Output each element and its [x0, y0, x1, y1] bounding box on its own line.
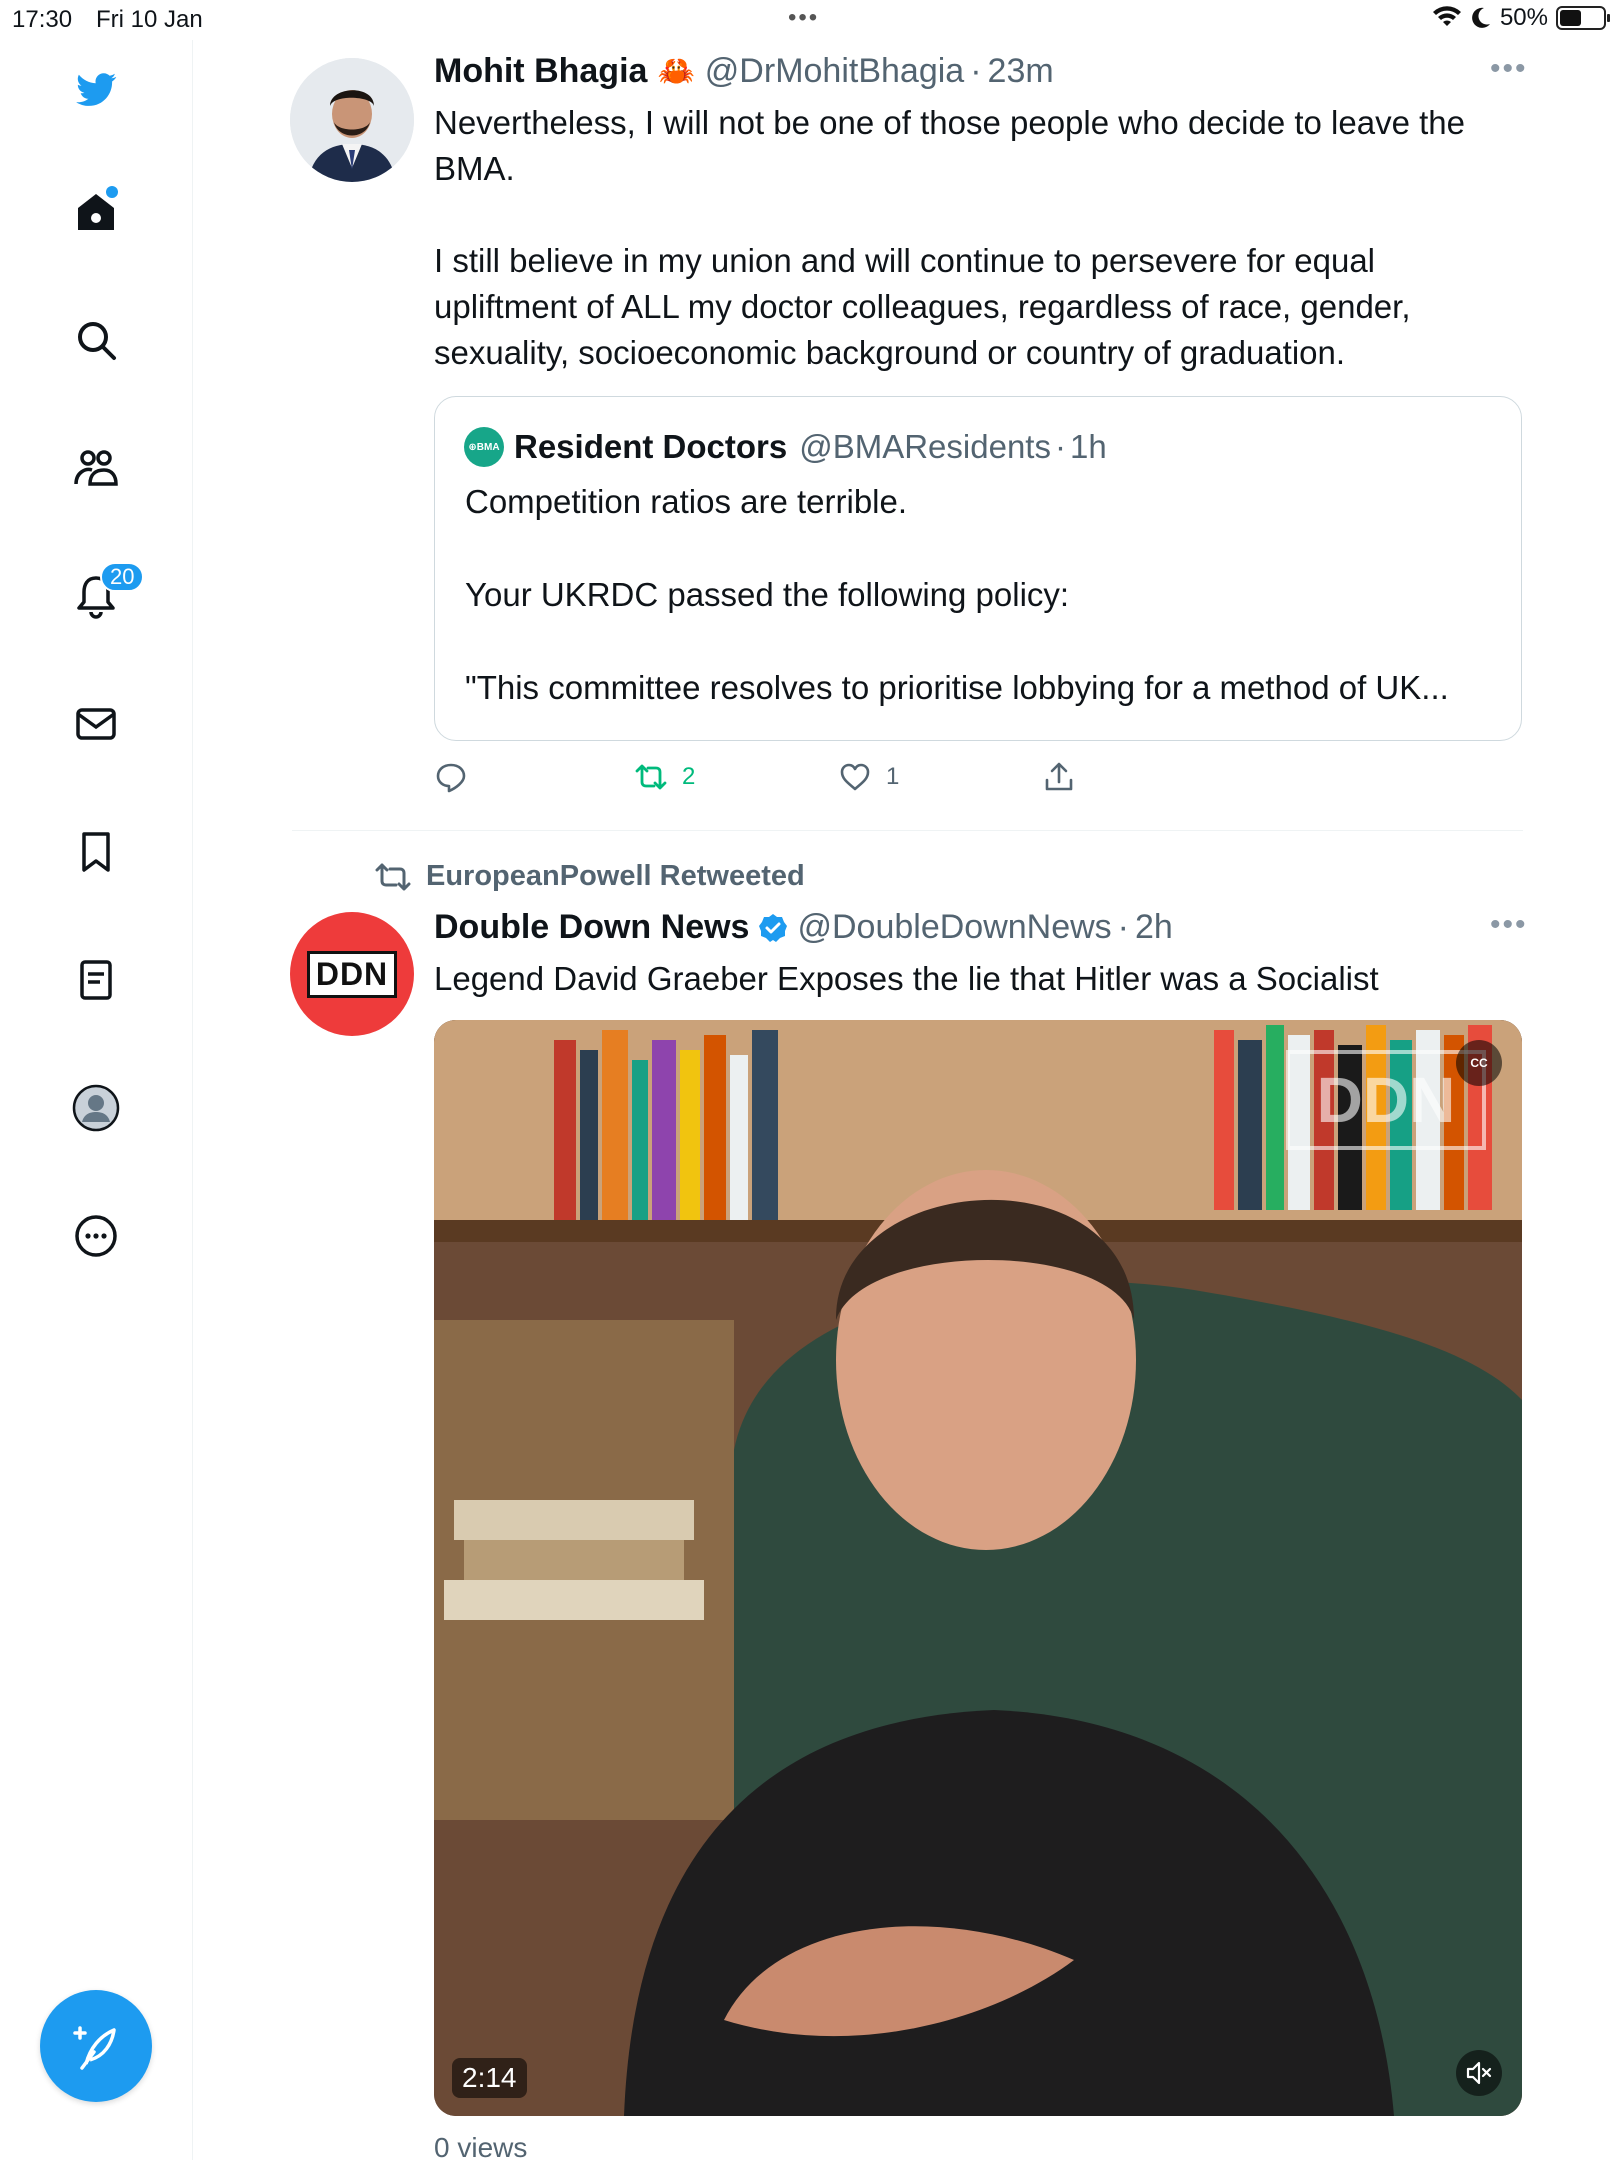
tweet-header: Mohit Bhagia 🦀 @DrMohitBhagia · 23m	[434, 52, 1054, 91]
battery-icon	[1556, 6, 1610, 30]
author-handle[interactable]: @DrMohitBhagia	[705, 52, 964, 91]
multitasking-dots-icon[interactable]: •••	[788, 4, 819, 32]
retweet-count: 2	[682, 763, 696, 790]
author-handle[interactable]: @DoubleDownNews	[797, 908, 1111, 947]
ddn-logo: DDN	[306, 950, 398, 998]
speaker-muted-icon	[1466, 2061, 1492, 2085]
reply-icon	[436, 763, 466, 793]
author-name[interactable]: Double Down News	[434, 908, 749, 947]
tweet-time[interactable]: 23m	[988, 52, 1054, 91]
nav-notifications[interactable]: 20	[66, 562, 145, 626]
tweet-more-icon[interactable]: •••	[1490, 908, 1528, 942]
video-frame	[434, 1020, 1522, 2116]
captions-button[interactable]: CC	[1456, 1040, 1502, 1086]
quote-tweet[interactable]: ⊕BMA Resident Doctors @BMAResidents · 1h…	[434, 396, 1522, 741]
status-bar: 17:30 Fri 10 Jan ••• 50%	[0, 0, 1620, 40]
compose-tweet-button[interactable]	[40, 1990, 152, 2102]
quote-author-handle: @BMAResidents	[799, 428, 1051, 465]
tweet-text: Nevertheless, I will not be one of those…	[434, 104, 1465, 371]
tweet-text: Legend David Graeber Exposes the lie tha…	[434, 960, 1379, 997]
verified-badge-icon	[759, 913, 788, 942]
retweet-context[interactable]: EuropeanPowell Retweeted	[374, 860, 805, 893]
nav-communities[interactable]	[66, 438, 126, 498]
separator-dot: ·	[1054, 428, 1066, 465]
mail-icon	[76, 708, 116, 740]
tweet-header: Double Down News @DoubleDownNews · 2h	[434, 908, 1173, 947]
like-button[interactable]: 1	[838, 760, 899, 794]
communities-icon	[74, 450, 118, 486]
nav-explore[interactable]	[66, 310, 126, 370]
avatar[interactable]	[290, 58, 414, 182]
reply-button[interactable]	[434, 760, 482, 794]
like-count: 1	[886, 763, 900, 790]
profile-avatar-icon	[72, 1084, 120, 1132]
battery-percent: 50%	[1499, 4, 1548, 31]
search-icon	[78, 322, 116, 360]
retweeted-by-label: EuropeanPowell Retweeted	[426, 860, 805, 892]
status-date: Fri 10 Jan	[96, 6, 203, 33]
status-right: 50%	[1432, 4, 1610, 32]
retweet-icon	[375, 863, 411, 890]
twitter-logo-icon[interactable]	[66, 60, 126, 120]
nav-lists[interactable]	[66, 950, 126, 1010]
quote-avatar: ⊕BMA	[464, 427, 504, 467]
more-circle-icon	[75, 1215, 117, 1257]
tweet-actions: 2 1	[434, 760, 1134, 802]
video-player[interactable]: DDN CC 2:14	[434, 1020, 1522, 2116]
share-button[interactable]	[1042, 760, 1076, 794]
quote-author-name: Resident Doctors	[514, 428, 788, 465]
view-count: 0 views	[434, 2132, 528, 2160]
list-icon	[80, 960, 112, 1000]
tweet-divider	[292, 830, 1523, 831]
heart-icon	[840, 763, 870, 791]
video-duration: 2:14	[452, 2058, 527, 2098]
mute-button[interactable]	[1456, 2050, 1502, 2096]
sidebar: 20	[0, 40, 193, 2160]
nav-profile[interactable]	[66, 1078, 126, 1138]
nav-more[interactable]	[66, 1206, 126, 1266]
author-name[interactable]: Mohit Bhagia	[434, 52, 647, 91]
status-time: 17:30	[12, 6, 73, 33]
author-emoji: 🦀	[657, 55, 695, 88]
compose-feather-icon	[73, 2026, 116, 2070]
home-unread-dot	[106, 186, 118, 198]
wifi-icon	[1432, 6, 1461, 26]
separator-dot: ·	[970, 52, 982, 90]
quote-header: ⊕BMA Resident Doctors @BMAResidents · 1h	[464, 427, 1107, 467]
quote-text: Competition ratios are terrible. Your UK…	[465, 483, 1449, 706]
notifications-badge: 20	[100, 562, 145, 592]
moon-icon	[1472, 7, 1490, 28]
share-icon	[1045, 762, 1073, 791]
avatar-image	[290, 58, 414, 182]
nav-home[interactable]	[66, 182, 126, 242]
retweet-button[interactable]: 2	[634, 760, 695, 794]
nav-messages[interactable]	[66, 694, 126, 754]
nav-bookmarks[interactable]	[66, 822, 126, 882]
avatar[interactable]: DDN	[290, 912, 414, 1036]
tweet-time[interactable]: 2h	[1135, 908, 1173, 947]
tweet-more-icon[interactable]: •••	[1490, 52, 1528, 86]
bookmark-icon	[82, 832, 110, 872]
quote-time: 1h	[1069, 428, 1107, 465]
separator-dot: ·	[1117, 908, 1129, 946]
retweet-icon	[635, 764, 667, 790]
